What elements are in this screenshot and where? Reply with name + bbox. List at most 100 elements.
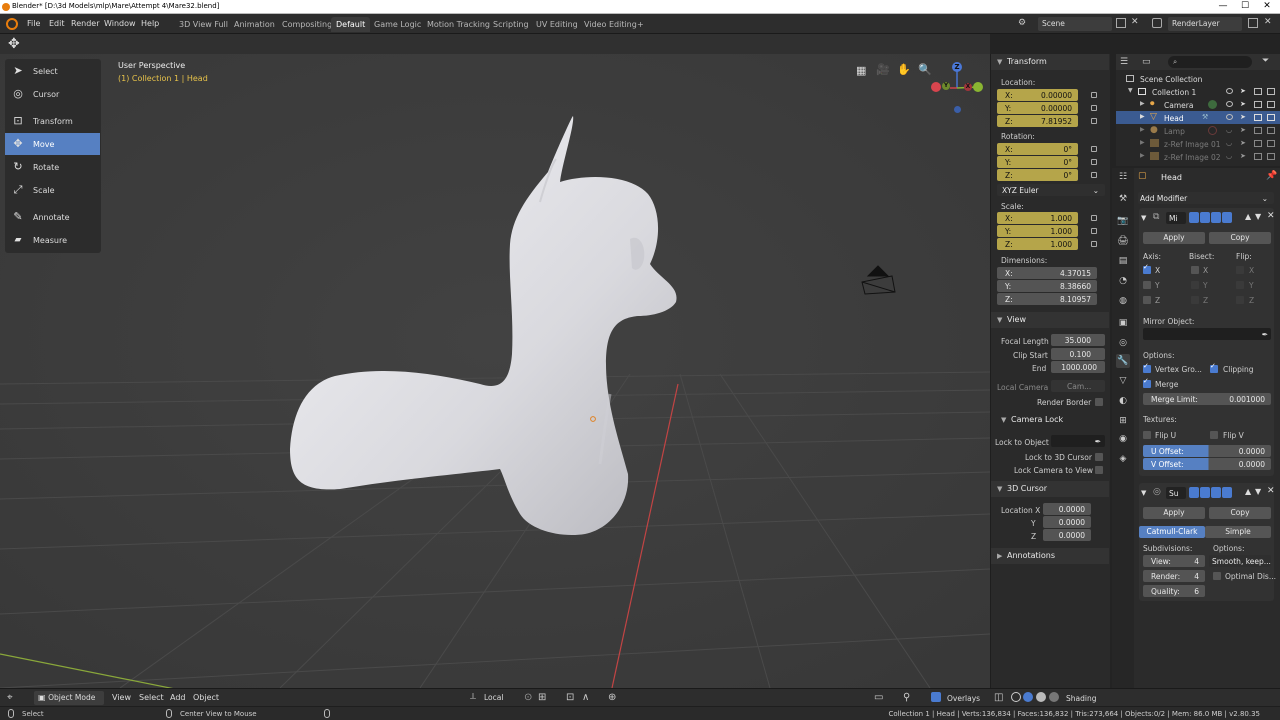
tab-uv-editing[interactable]: UV Editing: [531, 17, 583, 32]
scene-selector[interactable]: Scene: [1038, 17, 1112, 31]
eyedropper-icon[interactable]: ✒: [1262, 330, 1268, 339]
eye-icon[interactable]: [1226, 114, 1233, 120]
cage-toggle-icon[interactable]: [1222, 212, 1232, 223]
editmode-toggle-icon[interactable]: [1189, 487, 1199, 498]
overlays-icon[interactable]: [931, 692, 941, 702]
merge-limit-field[interactable]: Merge Limit: 0.001000: [1143, 393, 1271, 405]
subsurf-quality-field[interactable]: Quality: 6: [1143, 585, 1205, 597]
outliner-row[interactable]: ▶ z-Ref Image 01 ◡ ➤: [1116, 137, 1280, 150]
menu-render[interactable]: Render: [71, 19, 99, 28]
lock-icon[interactable]: [1091, 105, 1097, 111]
bisect-z-checkbox[interactable]: [1191, 296, 1199, 304]
outliner-search-input[interactable]: ⌕: [1168, 56, 1252, 68]
maximize-button[interactable]: ☐: [1234, 0, 1256, 14]
scale-y-field[interactable]: Y: 1.000: [997, 225, 1078, 237]
add-workspace-button[interactable]: +: [632, 17, 649, 32]
material-tab-icon[interactable]: ◉: [1116, 432, 1130, 446]
collapse-arrow-icon[interactable]: ▼: [1141, 489, 1146, 497]
material-shading-icon[interactable]: [1036, 692, 1046, 702]
tool-measure[interactable]: ▰ Measure: [5, 229, 100, 251]
clipping-checkbox[interactable]: [1210, 362, 1218, 373]
tool-annotate[interactable]: ✎ Annotate: [5, 206, 100, 228]
tool-cursor[interactable]: ◎ Cursor: [5, 83, 100, 105]
tool-rotate[interactable]: ↻ Rotate: [5, 156, 100, 178]
hidden-eye-icon[interactable]: ◡: [1226, 126, 1232, 134]
location-y-field[interactable]: Y: 0.00000: [997, 102, 1078, 114]
remove-modifier-icon[interactable]: ✕: [1267, 486, 1275, 496]
location-x-field[interactable]: X: 0.00000: [997, 89, 1078, 101]
tab-3d-view-full[interactable]: 3D View Full: [174, 17, 233, 32]
uv-smooth-dropdown[interactable]: Smooth, keep...: [1209, 555, 1271, 567]
render-icon[interactable]: [1254, 101, 1262, 108]
focal-length-field[interactable]: 35.000: [1051, 334, 1105, 346]
subsurf-apply-button[interactable]: Apply: [1143, 507, 1205, 519]
object-data-tab-icon[interactable]: ⊞: [1116, 414, 1130, 428]
outliner-editor-icon[interactable]: ☰: [1120, 57, 1128, 67]
mirror-name-field[interactable]: Mi: [1166, 212, 1186, 224]
select-arrow-icon[interactable]: ➤: [1240, 152, 1246, 160]
move-down-icon[interactable]: ▼: [1255, 487, 1261, 496]
render-icon[interactable]: [1254, 153, 1262, 160]
simple-button[interactable]: Simple: [1205, 526, 1271, 538]
move-down-icon[interactable]: ▼: [1255, 212, 1261, 221]
tab-game-logic[interactable]: Game Logic: [369, 17, 426, 32]
select-arrow-icon[interactable]: ➤: [1240, 87, 1246, 95]
viewport-toggle-icon[interactable]: [1200, 487, 1210, 498]
lock-icon[interactable]: [1091, 146, 1097, 152]
mirror-apply-button[interactable]: Apply: [1143, 232, 1205, 244]
tab-compositing[interactable]: Compositing: [277, 17, 337, 32]
tool-transform[interactable]: ⊡ Transform: [5, 110, 100, 132]
tool-select[interactable]: ➤ Select: [5, 60, 100, 82]
world-tab-icon[interactable]: ◍: [1116, 294, 1130, 308]
header-menu-object[interactable]: Object: [193, 693, 219, 702]
render-icon[interactable]: [1254, 88, 1262, 95]
wireframe-shading-icon[interactable]: [1011, 692, 1021, 702]
orientation-dropdown[interactable]: Local: [480, 691, 516, 705]
overlays-label[interactable]: Overlays: [947, 694, 980, 703]
select-arrow-icon[interactable]: ➤: [1240, 113, 1246, 121]
dimension-y-field[interactable]: Y: 8.38660: [997, 280, 1097, 292]
tool-settings-icon[interactable]: ⚒: [1116, 192, 1130, 206]
camera-toggle-icon[interactable]: [1267, 101, 1275, 108]
lock-icon[interactable]: [1091, 241, 1097, 247]
camera-toggle-icon[interactable]: [1267, 127, 1275, 134]
pivot-icon[interactable]: ⊙: [524, 692, 532, 703]
eyedropper-icon[interactable]: ✒: [1095, 437, 1101, 446]
render-layer-selector[interactable]: RenderLayer: [1168, 17, 1242, 31]
editmode-toggle-icon[interactable]: [1189, 212, 1199, 223]
physics-tab-icon[interactable]: ◎: [1116, 336, 1130, 350]
subsurf-render-field[interactable]: Render: 4: [1143, 570, 1205, 582]
display-mode-icon[interactable]: ▭: [1142, 57, 1151, 67]
tool-scale[interactable]: ⤢ Scale: [5, 179, 100, 201]
scene-tab-icon[interactable]: ◔: [1116, 274, 1130, 288]
dimension-x-field[interactable]: X: 4.37015: [997, 267, 1097, 279]
bisect-x-checkbox[interactable]: [1191, 266, 1199, 274]
render-icon[interactable]: [1254, 140, 1262, 147]
transform-panel-header[interactable]: ▼ Transform: [991, 54, 1109, 70]
bisect-y-checkbox[interactable]: [1191, 281, 1199, 289]
solid-shading-icon[interactable]: [1023, 692, 1033, 702]
texture-tab-icon[interactable]: ◈: [1116, 452, 1130, 466]
3d-viewport[interactable]: User Perspective (1) Collection 1 | Head…: [0, 54, 990, 688]
flip-y-checkbox[interactable]: [1236, 281, 1244, 289]
menu-window[interactable]: Window: [104, 19, 136, 28]
gizmo-toggle-icon[interactable]: ⊕: [608, 692, 616, 703]
collapse-arrow-icon[interactable]: ▼: [1141, 214, 1146, 222]
proportional-edit-icon[interactable]: ⊡: [566, 692, 574, 703]
delete-scene-icon[interactable]: ✕: [1131, 17, 1139, 27]
eye-icon[interactable]: [1226, 88, 1233, 94]
outliner-row[interactable]: ▼ Collection 1 ➤: [1116, 85, 1280, 98]
outliner-row[interactable]: ▶ ⏺ Camera ➤: [1116, 98, 1280, 111]
render-toggle-icon[interactable]: [1211, 212, 1221, 223]
outliner-row[interactable]: ▶ ● Lamp ◡ ➤: [1116, 124, 1280, 137]
lock-to-cursor-checkbox[interactable]: [1095, 453, 1103, 461]
3d-cursor-panel-header[interactable]: ▼ 3D Cursor: [991, 481, 1109, 497]
minimize-button[interactable]: —: [1212, 0, 1234, 14]
rotation-z-field[interactable]: Z: 0°: [997, 169, 1078, 181]
scale-z-field[interactable]: Z: 1.000: [997, 238, 1078, 250]
view-camera-icon[interactable]: 🎥: [876, 63, 890, 76]
close-button[interactable]: ✕: [1256, 0, 1278, 14]
dimension-z-field[interactable]: Z: 8.10957: [997, 293, 1097, 305]
eye-icon[interactable]: [1226, 101, 1233, 107]
subsurf-view-field[interactable]: View: 4: [1143, 555, 1205, 567]
